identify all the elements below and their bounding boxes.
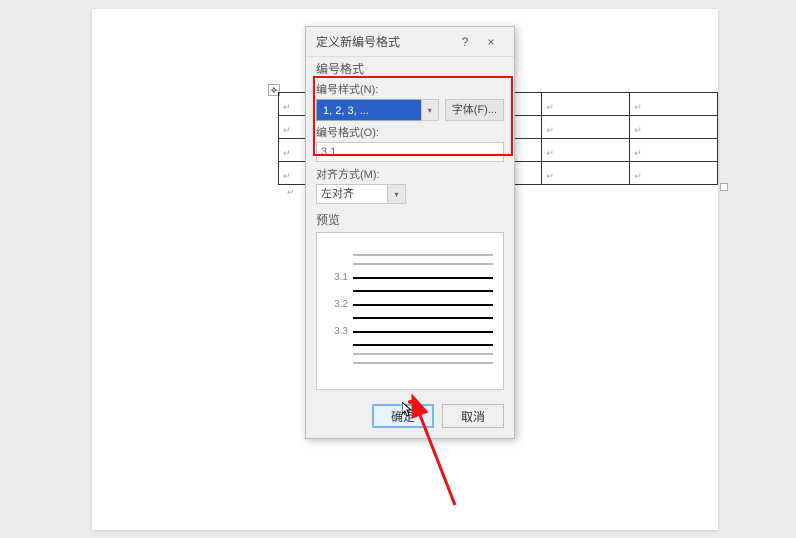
number-style-label: 编号样式(N):	[316, 81, 504, 97]
number-style-select[interactable]: 1, 2, 3, ...	[316, 99, 421, 121]
alignment-label: 对齐方式(M):	[316, 166, 504, 182]
section-number-format: 编号格式	[306, 57, 514, 77]
chevron-down-icon[interactable]: ▾	[421, 99, 439, 121]
dialog-title: 定义新编号格式	[316, 33, 400, 50]
paragraph-mark: ↵	[283, 102, 291, 113]
close-button[interactable]: ×	[478, 35, 504, 49]
table-end-marker	[720, 183, 728, 191]
help-button[interactable]: ?	[452, 35, 478, 49]
preview-panel: 3.1 3.2 3.3	[316, 232, 504, 390]
font-button[interactable]: 字体(F)...	[445, 99, 504, 121]
preview-label: 预览	[306, 208, 514, 228]
chevron-down-icon[interactable]: ▾	[388, 184, 406, 204]
paragraph-mark: ↵	[287, 187, 295, 198]
number-format-input[interactable]	[316, 142, 504, 162]
number-format-label: 编号格式(O):	[316, 124, 504, 140]
define-number-format-dialog: 定义新编号格式 ? × 编号格式 编号样式(N): 1, 2, 3, ... ▾…	[305, 26, 515, 439]
dialog-titlebar[interactable]: 定义新编号格式 ? ×	[306, 27, 514, 57]
annotation-arrow	[400, 400, 470, 520]
alignment-select[interactable]: 左对齐	[316, 184, 388, 204]
